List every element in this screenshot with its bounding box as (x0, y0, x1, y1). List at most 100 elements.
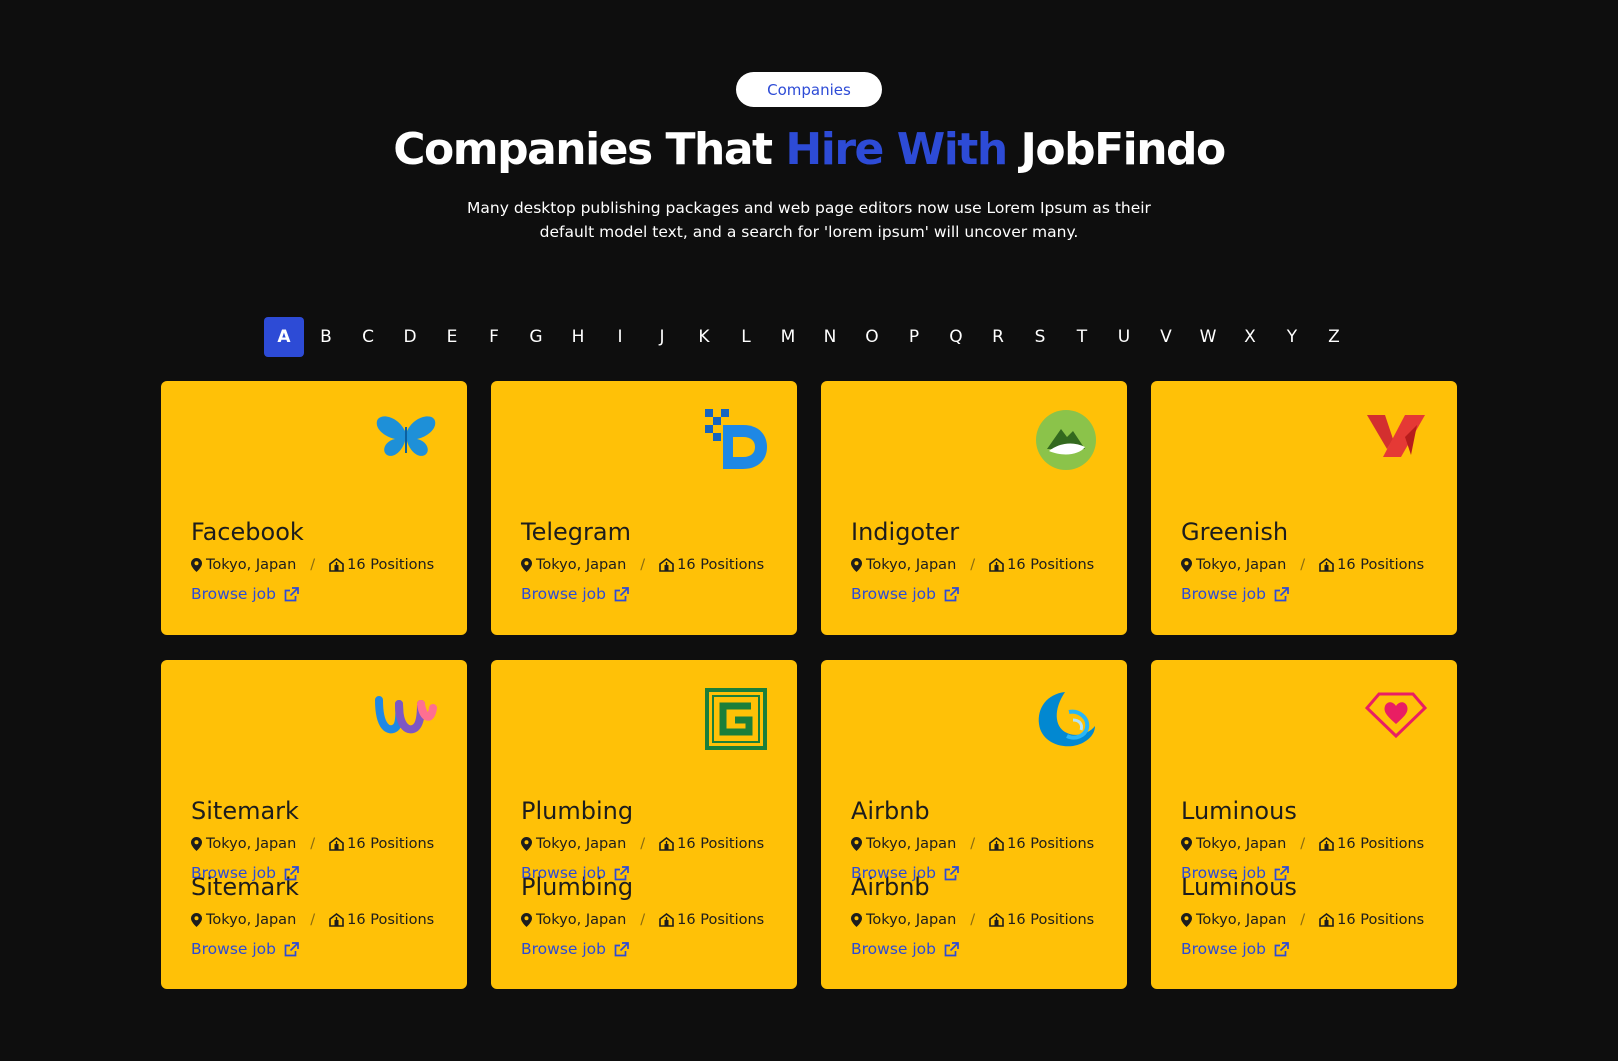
section-badge: Companies (736, 72, 882, 107)
external-link-icon (936, 941, 959, 957)
external-link-icon (276, 865, 299, 881)
company-info: Airbnb Tokyo, Japan / 16 Positions Brows… (851, 796, 1121, 884)
letter-filter-q[interactable]: Q (936, 317, 976, 357)
letter-filter-i[interactable]: I (600, 317, 640, 357)
external-link-icon (276, 586, 299, 602)
company-location: Tokyo, Japan (206, 836, 297, 852)
company-positions: 16 Positions (1337, 912, 1425, 928)
browse-job-link[interactable]: Browse job (1181, 862, 1451, 884)
letter-filter-l[interactable]: L (726, 317, 766, 357)
company-card[interactable]: Facebook Tokyo, Japan / 16 Positions Bro… (161, 381, 467, 635)
company-location: Tokyo, Japan (1196, 557, 1287, 573)
browse-job-link[interactable]: Browse job (851, 938, 1121, 960)
location-pin-icon (851, 558, 866, 572)
letter-filter-b[interactable]: B (306, 317, 346, 357)
letter-filter-u[interactable]: U (1104, 317, 1144, 357)
building-icon (659, 558, 677, 572)
company-location: Tokyo, Japan (206, 557, 297, 573)
building-icon (989, 837, 1007, 851)
letter-filter-w[interactable]: W (1188, 317, 1228, 357)
letter-filter-r[interactable]: R (978, 317, 1018, 357)
letter-filter-j[interactable]: J (642, 317, 682, 357)
company-card[interactable]: Indigoter Tokyo, Japan / 16 Positions Br… (821, 381, 1127, 635)
company-card[interactable]: Telegram Tokyo, Japan / 16 Positions Bro… (491, 381, 797, 635)
pixel-d-logo-icon (705, 409, 767, 471)
company-positions: 16 Positions (1007, 557, 1095, 573)
browse-job-link[interactable]: Browse job (191, 938, 461, 960)
company-positions: 16 Positions (677, 836, 765, 852)
company-location: Tokyo, Japan (1196, 912, 1287, 928)
company-name: Facebook (191, 518, 304, 546)
letter-filter-h[interactable]: H (558, 317, 598, 357)
building-icon (989, 558, 1007, 572)
company-meta: Tokyo, Japan / 16 Positions (851, 910, 1121, 930)
letter-filter-f[interactable]: F (474, 317, 514, 357)
letter-filter-o[interactable]: O (852, 317, 892, 357)
location-pin-icon (1181, 837, 1196, 851)
company-card[interactable]: Airbnb Tokyo, Japan / 16 Positions Brows… (821, 660, 1127, 989)
building-icon (989, 913, 1007, 927)
external-link-icon (276, 941, 299, 957)
letter-filter-n[interactable]: N (810, 317, 850, 357)
browse-job-link[interactable]: Browse job (191, 862, 461, 884)
building-icon (329, 837, 347, 851)
company-info-duplicate: Luminous Tokyo, Japan / 16 Positions Bro… (1181, 872, 1451, 960)
browse-job-link[interactable]: Browse job (1181, 583, 1451, 605)
letter-filter-k[interactable]: K (684, 317, 724, 357)
building-icon (1319, 558, 1337, 572)
company-card[interactable]: Plumbing Tokyo, Japan / 16 Positions Bro… (491, 660, 797, 989)
location-pin-icon (851, 913, 866, 927)
letter-filter-m[interactable]: M (768, 317, 808, 357)
building-icon (659, 913, 677, 927)
letter-filter-e[interactable]: E (432, 317, 472, 357)
company-location: Tokyo, Japan (1196, 836, 1287, 852)
letter-filter-t[interactable]: T (1062, 317, 1102, 357)
letter-filter-d[interactable]: D (390, 317, 430, 357)
company-info: Telegram Tokyo, Japan / 16 Positions Bro… (521, 517, 791, 605)
company-meta: Tokyo, Japan / 16 Positions (1181, 834, 1451, 854)
letter-filter-a[interactable]: A (264, 317, 304, 357)
browse-job-link[interactable]: Browse job (1181, 938, 1451, 960)
page-subtitle: Many desktop publishing packages and web… (467, 199, 1151, 241)
browse-job-label: Browse job (851, 585, 936, 603)
meta-separator: / (640, 912, 646, 928)
location-pin-icon (851, 837, 866, 851)
external-link-icon (936, 865, 959, 881)
red-v-logo-icon (1365, 409, 1427, 471)
letter-filter-g[interactable]: G (516, 317, 556, 357)
external-link-icon (606, 941, 629, 957)
browse-job-link[interactable]: Browse job (521, 938, 791, 960)
letter-filter-y[interactable]: Y (1272, 317, 1312, 357)
letter-filter-p[interactable]: P (894, 317, 934, 357)
company-location: Tokyo, Japan (866, 836, 957, 852)
letter-filter-x[interactable]: X (1230, 317, 1270, 357)
building-icon (1319, 913, 1337, 927)
browse-job-link[interactable]: Browse job (521, 583, 791, 605)
company-meta: Tokyo, Japan / 16 Positions (191, 910, 461, 930)
company-positions: 16 Positions (347, 557, 435, 573)
company-card[interactable]: Sitemark Tokyo, Japan / 16 Positions Bro… (161, 660, 467, 989)
company-info: Sitemark Tokyo, Japan / 16 Positions Bro… (191, 796, 461, 884)
browse-job-link[interactable]: Browse job (191, 583, 461, 605)
browse-job-label: Browse job (851, 864, 936, 882)
browse-job-link[interactable]: Browse job (851, 583, 1121, 605)
letter-filter-c[interactable]: C (348, 317, 388, 357)
letter-filter-z[interactable]: Z (1314, 317, 1354, 357)
meta-separator: / (1300, 557, 1306, 573)
browse-job-label: Browse job (1181, 585, 1266, 603)
letter-filter-s[interactable]: S (1020, 317, 1060, 357)
company-info: Plumbing Tokyo, Japan / 16 Positions Bro… (521, 796, 791, 884)
meta-separator: / (970, 836, 976, 852)
company-card[interactable]: Luminous Tokyo, Japan / 16 Positions Bro… (1151, 660, 1457, 989)
company-name: Greenish (1181, 518, 1289, 546)
meta-separator: / (970, 912, 976, 928)
meta-separator: / (970, 557, 976, 573)
location-pin-icon (191, 913, 206, 927)
browse-job-link[interactable]: Browse job (851, 862, 1121, 884)
letter-filter-v[interactable]: V (1146, 317, 1186, 357)
browse-job-link[interactable]: Browse job (521, 862, 791, 884)
building-icon (1319, 837, 1337, 851)
company-info-duplicate: Airbnb Tokyo, Japan / 16 Positions Brows… (851, 872, 1121, 960)
company-card[interactable]: Greenish Tokyo, Japan / 16 Positions Bro… (1151, 381, 1457, 635)
company-location: Tokyo, Japan (536, 557, 627, 573)
